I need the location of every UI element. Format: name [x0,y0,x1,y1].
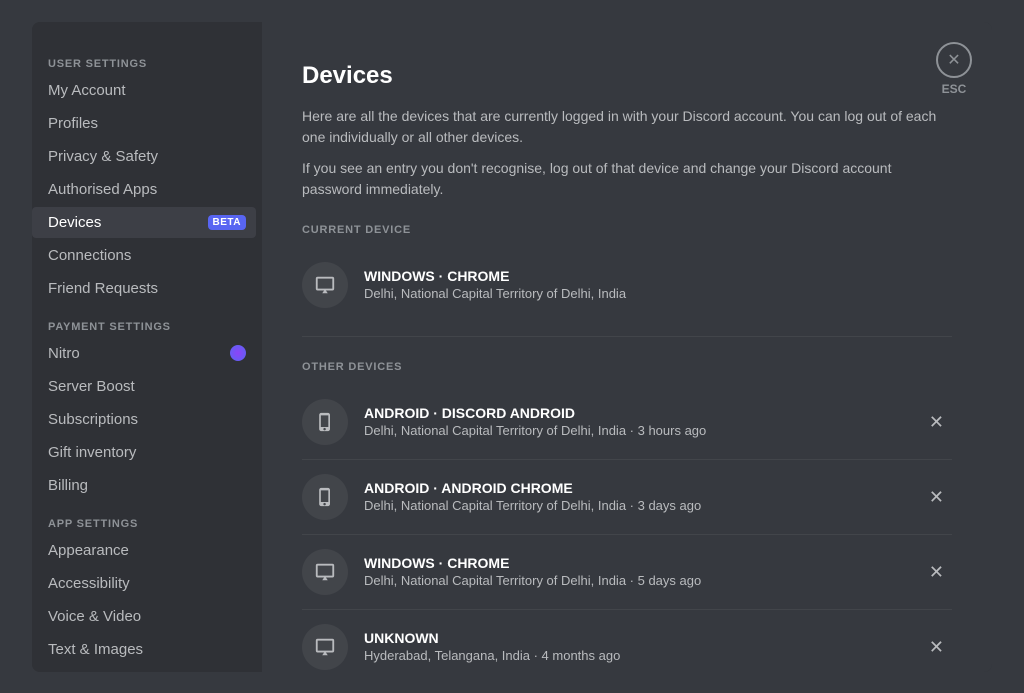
sidebar-item-gift-inventory[interactable]: Gift inventory [32,437,256,468]
current-device-row: WINDOWS · CHROME Delhi, National Capital… [302,248,952,322]
sidebar-item-label-privacy-safety: Privacy & Safety [48,148,246,165]
other-device-name-2: WINDOWS · CHROME [364,555,905,571]
other-device-icon-0 [302,399,348,445]
sidebar-item-nitro[interactable]: Nitro [32,338,256,369]
sidebar: USER SETTINGS My Account Profiles Privacy &… [32,22,262,672]
sidebar-item-appearance[interactable]: Appearance [32,535,256,566]
other-device-info-1: ANDROID · ANDROID CHROME Delhi, National … [364,480,905,513]
sidebar-item-label-accessibility: Accessibility [48,575,246,592]
sidebar-item-billing[interactable]: Billing [32,470,256,501]
other-device-info-0: ANDROID · DISCORD ANDROID Delhi, National… [364,405,905,438]
sidebar-item-connections[interactable]: Connections [32,240,256,271]
other-device-info-2: WINDOWS · CHROME Delhi, National Capital … [364,555,905,588]
sidebar-section-label-2: APP SETTINGS [32,502,256,534]
beta-badge: BETA [208,215,246,230]
page-title: Devices [302,62,952,90]
other-device-name-3: UNKNOWN [364,630,905,646]
sidebar-item-subscriptions[interactable]: Subscriptions [32,404,256,435]
current-device-icon [302,262,348,308]
description-1: Here are all the devices that are curren… [302,106,952,148]
other-devices-label: OTHER DEVICES [302,361,952,373]
other-device-row: WINDOWS · CHROME Delhi, National Capital … [302,535,952,610]
sidebar-item-label-authorised-apps: Authorised Apps [48,181,246,198]
esc-label: ESC [942,82,967,96]
sidebar-item-label-appearance: Appearance [48,542,246,559]
sidebar-item-voice-video[interactable]: Voice & Video [32,601,256,632]
other-device-icon-2 [302,549,348,595]
current-device-name: WINDOWS · CHROME [364,268,952,284]
description-2: If you see an entry you don't recognise,… [302,158,952,200]
other-device-location-0: Delhi, National Capital Territory of Del… [364,423,905,438]
sidebar-item-notifications[interactable]: Notifications [32,667,256,672]
main-content: Devices Here are all the devices that ar… [262,22,992,672]
sidebar-section-label-1: PAYMENT SETTINGS [32,305,256,337]
modal-container: USER SETTINGS My Account Profiles Privacy &… [32,22,992,672]
sidebar-item-label-profiles: Profiles [48,115,246,132]
nitro-icon [230,345,246,361]
sidebar-item-label-my-account: My Account [48,82,246,99]
sidebar-item-label-server-boost: Server Boost [48,378,246,395]
sidebar-item-label-text-images: Text & Images [48,641,246,658]
sidebar-item-label-connections: Connections [48,247,246,264]
remove-device-button-2[interactable]: ✕ [921,559,952,585]
sidebar-item-label-gift-inventory: Gift inventory [48,444,246,461]
other-device-location-2: Delhi, National Capital Territory of Del… [364,573,905,588]
sidebar-item-text-images[interactable]: Text & Images [32,634,256,665]
current-device-location: Delhi, National Capital Territory of Del… [364,286,952,301]
current-device-label: CURRENT DEVICE [302,224,952,236]
sidebar-item-label-subscriptions: Subscriptions [48,411,246,428]
sidebar-item-privacy-safety[interactable]: Privacy & Safety [32,141,256,172]
desktop-icon [314,274,336,296]
sidebar-item-profiles[interactable]: Profiles [32,108,256,139]
other-device-row: UNKNOWN Hyderabad, Telangana, India · 4 m… [302,610,952,672]
sidebar-item-devices[interactable]: Devices BETA [32,207,256,238]
other-device-row: ANDROID · DISCORD ANDROID Delhi, National… [302,385,952,460]
remove-device-button-0[interactable]: ✕ [921,409,952,435]
other-device-name-1: ANDROID · ANDROID CHROME [364,480,905,496]
sidebar-item-label-friend-requests: Friend Requests [48,280,246,297]
esc-circle: ✕ [936,42,972,78]
sidebar-item-accessibility[interactable]: Accessibility [32,568,256,599]
current-device-area: WINDOWS · CHROME Delhi, National Capital… [302,248,952,337]
remove-device-button-3[interactable]: ✕ [921,634,952,660]
other-device-icon-1 [302,474,348,520]
other-device-location-3: Hyderabad, Telangana, India · 4 months a… [364,648,905,663]
sidebar-item-label-billing: Billing [48,477,246,494]
other-device-info-3: UNKNOWN Hyderabad, Telangana, India · 4 m… [364,630,905,663]
sidebar-item-my-account[interactable]: My Account [32,75,256,106]
other-device-location-1: Delhi, National Capital Territory of Del… [364,498,905,513]
remove-device-button-1[interactable]: ✕ [921,484,952,510]
sidebar-item-label-nitro: Nitro [48,345,224,362]
other-devices-list: ANDROID · DISCORD ANDROID Delhi, National… [302,385,952,672]
other-device-row: ANDROID · ANDROID CHROME Delhi, National … [302,460,952,535]
sidebar-item-label-devices: Devices [48,214,202,231]
current-device-info: WINDOWS · CHROME Delhi, National Capital… [364,268,952,301]
sidebar-item-authorised-apps[interactable]: Authorised Apps [32,174,256,205]
sidebar-section-label-0: USER SETTINGS [32,42,256,74]
sidebar-item-friend-requests[interactable]: Friend Requests [32,273,256,304]
esc-button[interactable]: ✕ ESC [936,42,972,96]
other-device-icon-3 [302,624,348,670]
sidebar-item-server-boost[interactable]: Server Boost [32,371,256,402]
other-device-name-0: ANDROID · DISCORD ANDROID [364,405,905,421]
sidebar-item-label-voice-video: Voice & Video [48,608,246,625]
